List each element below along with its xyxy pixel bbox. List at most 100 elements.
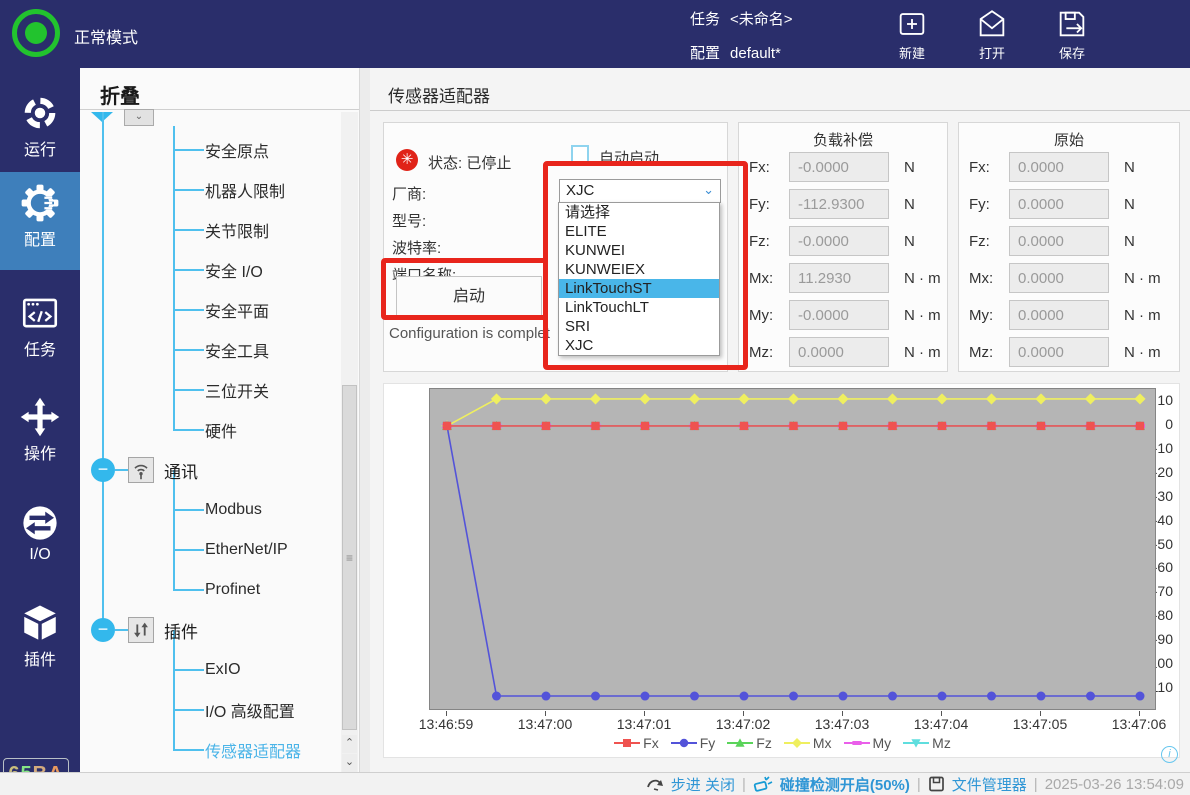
force-row-label: Fx: — [749, 159, 770, 176]
force-row-label: Fx: — [969, 159, 990, 176]
load-compensation-panel: 负载补偿 Fx:NFy:NFz:NMx:N · mMy:N · mMz:N · … — [738, 122, 948, 372]
chart-plot-svg — [430, 389, 1155, 709]
scrollbar-thumb[interactable]: ≡ — [342, 385, 357, 730]
tree-scrollbar[interactable]: ≡ ⌃ ⌄ — [341, 112, 358, 772]
legend-item-Fz: Fz — [727, 735, 772, 751]
gear-icon — [19, 182, 61, 224]
force-value-field — [1009, 226, 1109, 256]
chart-plot-area — [429, 388, 1156, 710]
force-unit: N — [1124, 196, 1135, 213]
config-value: default* — [730, 45, 781, 62]
open-file-icon — [974, 7, 1010, 41]
tree-item-ExIO[interactable]: ExIO — [80, 650, 340, 690]
tree-item-传感器适配器[interactable]: 传感器适配器 — [80, 730, 340, 770]
force-row: Fz:N — [739, 224, 947, 261]
x-tick-label: 13:47:00 — [518, 716, 573, 732]
autostart-checkbox[interactable] — [571, 145, 589, 163]
x-tick-label: 13:47:01 — [617, 716, 672, 732]
save-icon — [1054, 7, 1090, 41]
scroll-down-button[interactable]: ⌄ — [342, 754, 357, 772]
cube-icon — [19, 602, 61, 644]
collision-status[interactable]: 碰撞检测开启(50%) — [780, 774, 910, 795]
tree-item-三位开关[interactable]: 三位开关 — [80, 370, 340, 410]
collapse-header[interactable]: 折叠 — [80, 68, 359, 110]
legend-item-Mx: Mx — [784, 735, 832, 751]
tree-item-安全原点[interactable]: 安全原点 — [80, 130, 340, 170]
tree-item-插件[interactable]: −插件 — [80, 610, 340, 650]
updown-icon — [128, 617, 154, 643]
new-button[interactable]: 新建 — [882, 7, 942, 62]
force-value-field — [789, 300, 889, 330]
tree-item-EtherNet/IP[interactable]: EtherNet/IP — [80, 530, 340, 570]
raw-panel-title: 原始 — [959, 123, 1179, 150]
force-chart: 100-10-20-30-40-50-60-70-80-90-100-110 1… — [383, 383, 1180, 758]
force-row-label: Fz: — [969, 233, 990, 250]
dropdown-option-LinkTouchST[interactable]: LinkTouchST — [559, 279, 719, 298]
tree-item-label: I/O 高级配置 — [205, 698, 295, 722]
force-unit: N · m — [1124, 270, 1161, 287]
legend-item-Fy: Fy — [671, 735, 716, 751]
tree-item-安全工具[interactable]: 安全工具 — [80, 330, 340, 370]
legend-item-My: My — [844, 735, 892, 751]
dropdown-option-LinkTouchLT[interactable]: LinkTouchLT — [559, 298, 719, 317]
step-status[interactable]: 步进 关闭 — [671, 774, 735, 795]
force-unit: N · m — [904, 307, 941, 324]
sidebar-item-task[interactable]: 任务 — [0, 282, 80, 377]
force-row-label: Mz: — [749, 344, 773, 361]
sidebar-item-io[interactable]: I/O — [0, 492, 80, 587]
scroll-up-button[interactable]: ⌃ — [342, 735, 357, 753]
tree-item-安全 I/O[interactable]: 安全 I/O — [80, 250, 340, 290]
tree-item-label: 机器人限制 — [205, 178, 285, 202]
chevron-down-icon: ⌄ — [703, 182, 714, 198]
collapse-minus-icon[interactable]: − — [91, 458, 115, 482]
tree-item-label: 安全原点 — [205, 138, 269, 162]
run-icon — [19, 92, 61, 134]
clipped-node-icon: ⌄ — [124, 109, 154, 126]
x-tick-label: 13:47:04 — [914, 716, 969, 732]
collapse-minus-icon[interactable]: − — [91, 618, 115, 642]
tree-item-I/O 高级配置[interactable]: I/O 高级配置 — [80, 690, 340, 730]
start-button[interactable]: 启动 — [396, 276, 542, 318]
task-label: 任务 — [690, 8, 720, 29]
dropdown-option-SRI[interactable]: SRI — [559, 317, 719, 336]
dropdown-option-ELITE[interactable]: ELITE — [559, 222, 719, 241]
force-row-label: Fy: — [969, 196, 990, 213]
open-button[interactable]: 打开 — [962, 7, 1022, 62]
save-button[interactable]: 保存 — [1042, 7, 1102, 62]
force-unit: N · m — [1124, 344, 1161, 361]
autostart-label: 自动启动 — [599, 147, 659, 168]
tree-item-label: EtherNet/IP — [205, 541, 288, 559]
tree-item-关节限制[interactable]: 关节限制 — [80, 210, 340, 250]
legend-item-Mz: Mz — [903, 735, 951, 751]
force-unit: N · m — [904, 270, 941, 287]
tree-item-安全平面[interactable]: 安全平面 — [80, 290, 340, 330]
sidebar-item-jog[interactable]: 操作 — [0, 386, 80, 481]
tree-item-硬件[interactable]: 硬件 — [80, 410, 340, 450]
tree-item-Modbus[interactable]: Modbus — [80, 490, 340, 530]
tree-item-机器人限制[interactable]: 机器人限制 — [80, 170, 340, 210]
title-divider — [370, 110, 1190, 111]
tree-item-label: 传感器适配器 — [205, 738, 301, 762]
sidebar-item-plugin[interactable]: 插件 — [0, 592, 80, 687]
antenna-icon — [128, 457, 154, 483]
sidebar-item-config[interactable]: 配置 — [0, 172, 80, 270]
vendor-select[interactable]: XJC ⌄ — [559, 179, 721, 203]
tree-item-通讯[interactable]: −通讯 — [80, 450, 340, 490]
stopped-status-icon: ✳ — [396, 149, 418, 171]
force-value-field — [789, 226, 889, 256]
force-row: Fy: N — [959, 187, 1179, 224]
dropdown-option-XJC[interactable]: XJC — [559, 336, 719, 355]
tree-item-Profinet[interactable]: Profinet — [80, 570, 340, 610]
sidebar-item-run[interactable]: 运行 — [0, 82, 80, 177]
dropdown-option-KUNWEIEX[interactable]: KUNWEIEX — [559, 260, 719, 279]
code-window-icon — [19, 292, 61, 334]
force-row: Fx: N — [739, 150, 947, 187]
dropdown-option-请选择[interactable]: 请选择 — [559, 203, 719, 222]
force-unit: N — [904, 159, 915, 176]
config-tree-panel: 折叠 ⌄ 安全原点机器人限制关节限制安全 I/O安全平面安全工具三位开关硬件−通… — [80, 68, 360, 772]
file-manager-link[interactable]: 文件管理器 — [952, 774, 1027, 795]
dropdown-option-KUNWEI[interactable]: KUNWEI — [559, 241, 719, 260]
chart-x-axis: 13:46:5913:47:0013:47:0113:47:0213:47:03… — [429, 711, 1156, 733]
collision-icon — [753, 776, 773, 793]
info-icon[interactable]: i — [1161, 746, 1178, 763]
